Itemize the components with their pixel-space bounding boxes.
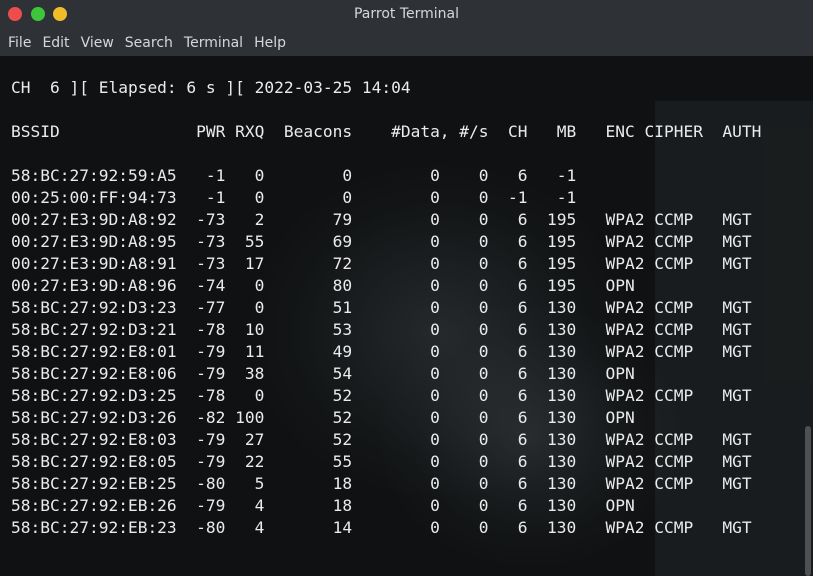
- menu-edit[interactable]: Edit: [42, 35, 69, 51]
- table-row: 00:27:E3:9D:A8:91 -73 17 72 0 0 6 195 WP…: [11, 254, 752, 273]
- table-row: 00:27:E3:9D:A8:92 -73 2 79 0 0 6 195 WPA…: [11, 210, 752, 229]
- window-title: Parrot Terminal: [353, 6, 460, 22]
- table-row: 00:27:E3:9D:A8:95 -73 55 69 0 0 6 195 WP…: [11, 232, 752, 251]
- table-row: 58:BC:27:92:D3:26 -82 100 52 0 0 6 130 O…: [11, 408, 635, 427]
- table-row: 00:27:E3:9D:A8:96 -74 0 80 0 0 6 195 OPN: [11, 276, 635, 295]
- table-row: 58:BC:27:92:E8:06 -79 38 54 0 0 6 130 OP…: [11, 364, 635, 383]
- terminal-window: Parrot Terminal File Edit View Search Te…: [0, 0, 813, 576]
- menu-search[interactable]: Search: [125, 35, 173, 51]
- table-row: 58:BC:27:92:E8:03 -79 27 52 0 0 6 130 WP…: [11, 430, 752, 449]
- terminal-output-area[interactable]: CH 6 ][ Elapsed: 6 s ][ 2022-03-25 14:04…: [0, 56, 813, 576]
- terminal-text: CH 6 ][ Elapsed: 6 s ][ 2022-03-25 14:04…: [11, 77, 813, 539]
- menu-help[interactable]: Help: [254, 35, 286, 51]
- table-header: BSSID PWR RXQ Beacons #Data, #/s CH MB E…: [11, 122, 762, 141]
- table-row: 58:BC:27:92:EB:23 -80 4 14 0 0 6 130 WPA…: [11, 518, 752, 537]
- menu-bar: File Edit View Search Terminal Help: [0, 30, 813, 56]
- menu-view[interactable]: View: [81, 35, 114, 51]
- table-row: 00:25:00:FF:94:73 -1 0 0 0 0 -1 -1: [11, 188, 577, 207]
- table-row: 58:BC:27:92:EB:25 -80 5 18 0 0 6 130 WPA…: [11, 474, 752, 493]
- menu-file[interactable]: File: [8, 35, 31, 51]
- menu-terminal[interactable]: Terminal: [184, 35, 243, 51]
- table-row: 58:BC:27:92:E8:05 -79 22 55 0 0 6 130 WP…: [11, 452, 752, 471]
- title-bar[interactable]: Parrot Terminal: [0, 0, 813, 30]
- table-row: 58:BC:27:92:D3:23 -77 0 51 0 0 6 130 WPA…: [11, 298, 752, 317]
- table-row: 58:BC:27:92:EB:26 -79 4 18 0 0 6 130 OPN: [11, 496, 635, 515]
- table-row: 58:BC:27:92:D3:21 -78 10 53 0 0 6 130 WP…: [11, 320, 752, 339]
- table-row: 58:BC:27:92:D3:25 -78 0 52 0 0 6 130 WPA…: [11, 386, 752, 405]
- status-line: CH 6 ][ Elapsed: 6 s ][ 2022-03-25 14:04: [11, 78, 411, 97]
- table-row: 58:BC:27:92:59:A5 -1 0 0 0 0 6 -1: [11, 166, 577, 185]
- table-row: 58:BC:27:92:E8:01 -79 11 49 0 0 6 130 WP…: [11, 342, 752, 361]
